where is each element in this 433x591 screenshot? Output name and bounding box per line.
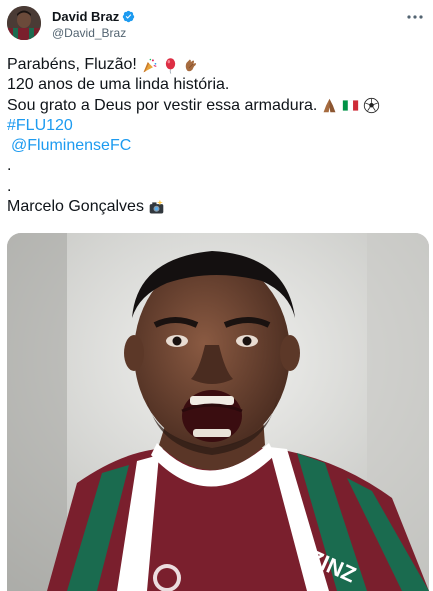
dot-separator: . <box>7 177 12 195</box>
praying-hands-icon <box>323 98 336 113</box>
photo-credit-text: Marcelo Gonçalves <box>7 198 144 216</box>
text-line-6: . <box>7 156 427 176</box>
text-line-8: Marcelo Gonçalves <box>7 197 427 217</box>
text-line-7: . <box>7 177 427 197</box>
player-celebration-photo: ZINZ <box>7 233 429 591</box>
anniversary-text: 120 anos de uma linda história. <box>7 76 230 94</box>
avatar[interactable] <box>7 6 41 40</box>
greeting-text: Parabéns, Fluzão! <box>7 56 137 73</box>
tweet-photo[interactable]: ZINZ <box>7 233 429 591</box>
clapping-hands-icon <box>185 59 196 71</box>
italy-flag-icon <box>343 100 359 111</box>
text-line-1: Parabéns, Fluzão! <box>7 55 427 75</box>
tweet: David Braz @David_Braz Parabéns, Fluzão! <box>0 0 433 591</box>
author-handle[interactable]: @David_Braz <box>52 26 126 40</box>
red-balloon-icon <box>165 57 176 74</box>
more-options-icon[interactable] <box>405 10 425 24</box>
party-popper-icon <box>143 58 157 72</box>
text-line-3: Sou grato a Deus por vestir essa armadur… <box>7 96 427 116</box>
text-line-5: @FluminenseFC <box>7 136 427 156</box>
text-line-4: #FLU120 <box>7 116 427 136</box>
gratitude-text: Sou grato a Deus por vestir essa armadur… <box>7 96 318 114</box>
dot-separator: . <box>7 157 12 175</box>
name-row: David Braz <box>52 9 135 24</box>
text-line-2: 120 anos de uma linda história. <box>7 75 427 95</box>
tweet-header: David Braz @David_Braz <box>7 6 427 46</box>
camera-flash-icon <box>149 199 164 214</box>
verified-badge-icon <box>123 10 135 23</box>
author-name[interactable]: David Braz <box>52 9 119 24</box>
mention-link[interactable]: @FluminenseFC <box>11 136 131 156</box>
hashtag-link[interactable]: #FLU120 <box>7 116 73 136</box>
tweet-text: Parabéns, Fluzão! 120 anos de uma linda … <box>7 55 427 217</box>
avatar-photo-icon <box>7 6 41 40</box>
soccer-ball-icon <box>364 98 380 114</box>
